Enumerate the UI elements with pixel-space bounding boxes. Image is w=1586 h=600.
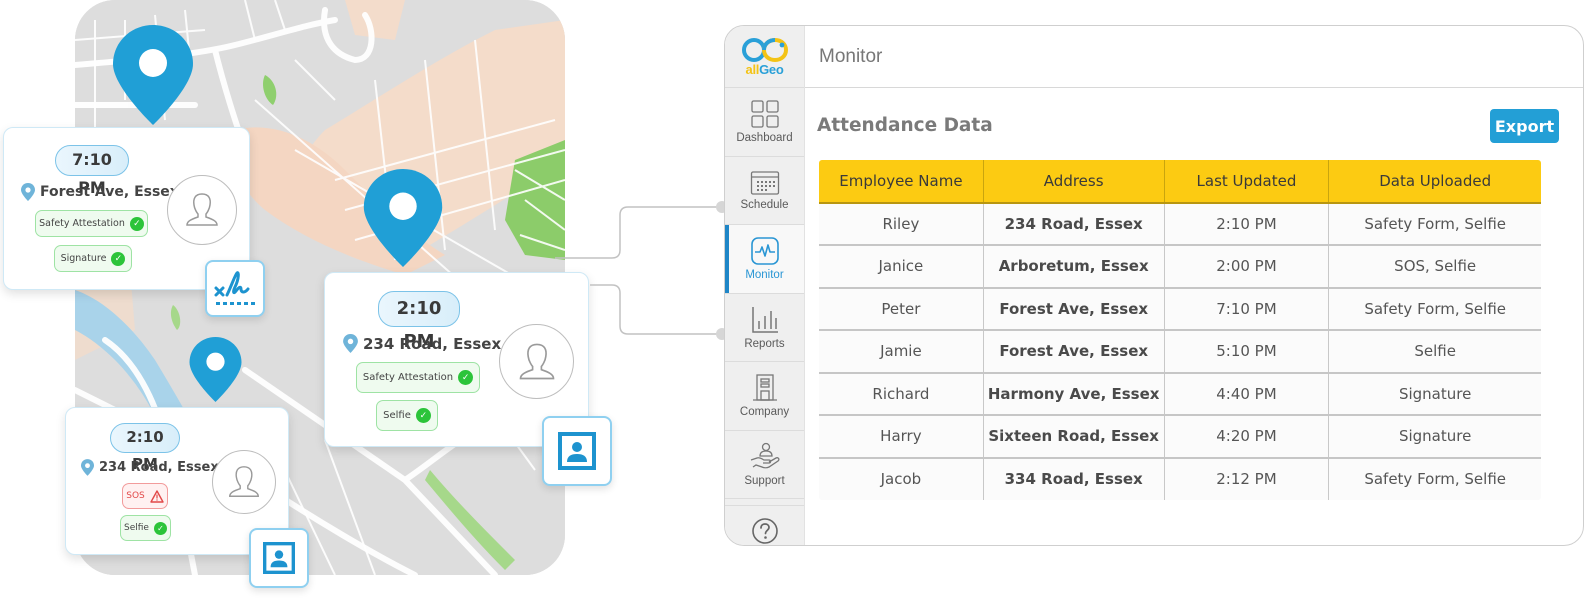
cell-address: 234 Road, Essex <box>983 202 1165 246</box>
table-row[interactable]: Richard Harmony Ave, Essex 4:40 PM Signa… <box>819 372 1541 416</box>
cell-employee-name: Janice <box>819 245 984 289</box>
column-header-address[interactable]: Address <box>983 159 1165 204</box>
map-pin-icon[interactable] <box>363 169 443 267</box>
cell-address: Sixteen Road, Essex <box>983 415 1165 459</box>
cell-last-updated: 2:00 PM <box>1164 245 1330 289</box>
page-title: Monitor <box>819 45 883 67</box>
cell-address: Arboretum, Essex <box>983 245 1165 289</box>
user-silhouette-icon <box>519 343 554 379</box>
status-chip: Safety Attestation ✓ <box>35 210 148 237</box>
photo-id-icon <box>263 542 295 574</box>
cell-employee-name: Riley <box>819 202 984 246</box>
table-header-row: Employee Name Address Last Updated Data … <box>819 159 1541 204</box>
sos-chip: SOS <box>122 483 168 509</box>
location-address: Forest Ave, Essex <box>21 183 179 201</box>
pulse-monitor-icon <box>750 237 779 266</box>
cell-employee-name: Harry <box>819 415 984 459</box>
building-icon <box>752 374 777 401</box>
signature-badge[interactable] <box>205 260 265 317</box>
cell-employee-name: Jacob <box>819 457 984 500</box>
check-icon: ✓ <box>458 370 474 385</box>
column-header-employee-name[interactable]: Employee Name <box>819 159 984 204</box>
selfie-badge[interactable] <box>249 528 309 588</box>
sidebar-item-reports[interactable]: Reports <box>725 294 804 362</box>
cell-address: Harmony Ave, Essex <box>983 372 1165 416</box>
sidebar: allGeo Dashboard Schedule Monitor Report… <box>725 26 805 545</box>
cell-data-uploaded: Signature <box>1328 415 1541 459</box>
user-avatar <box>499 324 574 399</box>
allgeo-logo[interactable]: allGeo <box>725 26 804 88</box>
cell-employee-name: Richard <box>819 372 984 416</box>
table-row[interactable]: Harry Sixteen Road, Essex 4:20 PM Signat… <box>819 415 1541 459</box>
allgeo-logo-icon <box>741 37 788 62</box>
status-chip: Safety Attestation ✓ <box>356 362 480 393</box>
calendar-icon <box>750 171 779 195</box>
check-icon: ✓ <box>111 251 126 266</box>
cell-data-uploaded: Safety Form, Selfie <box>1328 457 1541 500</box>
column-header-data-uploaded[interactable]: Data Uploaded <box>1328 159 1541 204</box>
sidebar-item-schedule[interactable]: Schedule <box>725 157 804 225</box>
user-avatar <box>167 175 237 245</box>
time-badge: 2:10 PM <box>110 423 180 473</box>
help-button[interactable] <box>725 505 804 545</box>
help-icon <box>751 517 778 544</box>
location-pin-icon <box>343 334 358 353</box>
table-row[interactable]: Janice Arboretum, Essex 2:00 PM SOS, Sel… <box>819 245 1541 289</box>
status-chip: Selfie ✓ <box>120 515 171 541</box>
location-address: 234 Road, Essex <box>343 334 501 353</box>
time-badge: 2:10 PM <box>378 291 460 352</box>
export-button[interactable]: Export <box>1490 109 1559 143</box>
table-row[interactable]: Jacob 334 Road, Essex 2:12 PM Safety For… <box>819 457 1541 500</box>
cell-data-uploaded: Selfie <box>1328 330 1541 374</box>
column-header-last-updated[interactable]: Last Updated <box>1164 159 1330 204</box>
cell-last-updated: 5:10 PM <box>1164 330 1330 374</box>
map-pin-icon[interactable] <box>113 25 193 125</box>
support-hand-icon <box>750 442 779 469</box>
warning-icon <box>150 489 164 503</box>
location-pin-icon <box>21 183 35 201</box>
sidebar-item-dashboard[interactable]: Dashboard <box>725 88 804 157</box>
cell-last-updated: 7:10 PM <box>1164 287 1330 331</box>
cell-data-uploaded: Safety Form, Selfie <box>1328 202 1541 246</box>
table-row[interactable]: Riley 234 Road, Essex 2:10 PM Safety For… <box>819 202 1541 246</box>
attendance-table: Employee Name Address Last Updated Data … <box>818 159 1542 501</box>
cell-address: 334 Road, Essex <box>983 457 1165 500</box>
cell-last-updated: 2:12 PM <box>1164 457 1330 500</box>
cell-address: Forest Ave, Essex <box>983 287 1165 331</box>
cell-last-updated: 4:20 PM <box>1164 415 1330 459</box>
sidebar-item-support[interactable]: Support <box>725 431 804 499</box>
check-icon: ✓ <box>415 408 431 423</box>
user-avatar <box>212 450 276 514</box>
cell-address: Forest Ave, Essex <box>983 330 1165 374</box>
signature-icon <box>214 270 255 305</box>
photo-id-icon <box>558 432 596 470</box>
cell-data-uploaded: Signature <box>1328 372 1541 416</box>
status-chip: Selfie ✓ <box>376 400 438 431</box>
user-silhouette-icon <box>229 466 259 497</box>
table-row[interactable]: Peter Forest Ave, Essex 7:10 PM Safety F… <box>819 287 1541 331</box>
dashboard-icon <box>750 100 779 128</box>
section-title: Attendance Data <box>817 115 993 136</box>
sidebar-item-company[interactable]: Company <box>725 362 804 431</box>
cell-employee-name: Peter <box>819 287 984 331</box>
cell-data-uploaded: Safety Form, Selfie <box>1328 287 1541 331</box>
location-address: 234 Road, Essex <box>81 459 219 476</box>
bar-chart-icon <box>751 306 778 333</box>
user-silhouette-icon <box>186 193 218 226</box>
map-pin-icon[interactable] <box>189 337 242 402</box>
status-chip: Signature ✓ <box>54 245 132 272</box>
selfie-badge[interactable] <box>542 416 612 486</box>
cell-employee-name: Jamie <box>819 330 984 374</box>
cell-last-updated: 2:10 PM <box>1164 202 1330 246</box>
app-window: allGeo Dashboard Schedule Monitor Report… <box>724 25 1584 546</box>
top-bar: Monitor <box>805 26 1583 88</box>
cell-last-updated: 4:40 PM <box>1164 372 1330 416</box>
cell-data-uploaded: SOS, Selfie <box>1328 245 1541 289</box>
location-pin-icon <box>81 459 94 476</box>
sidebar-item-monitor[interactable]: Monitor <box>725 225 804 294</box>
table-row[interactable]: Jamie Forest Ave, Essex 5:10 PM Selfie <box>819 330 1541 374</box>
time-badge: 7:10 PM <box>55 145 129 197</box>
check-icon: ✓ <box>129 216 144 231</box>
check-icon: ✓ <box>153 521 167 535</box>
